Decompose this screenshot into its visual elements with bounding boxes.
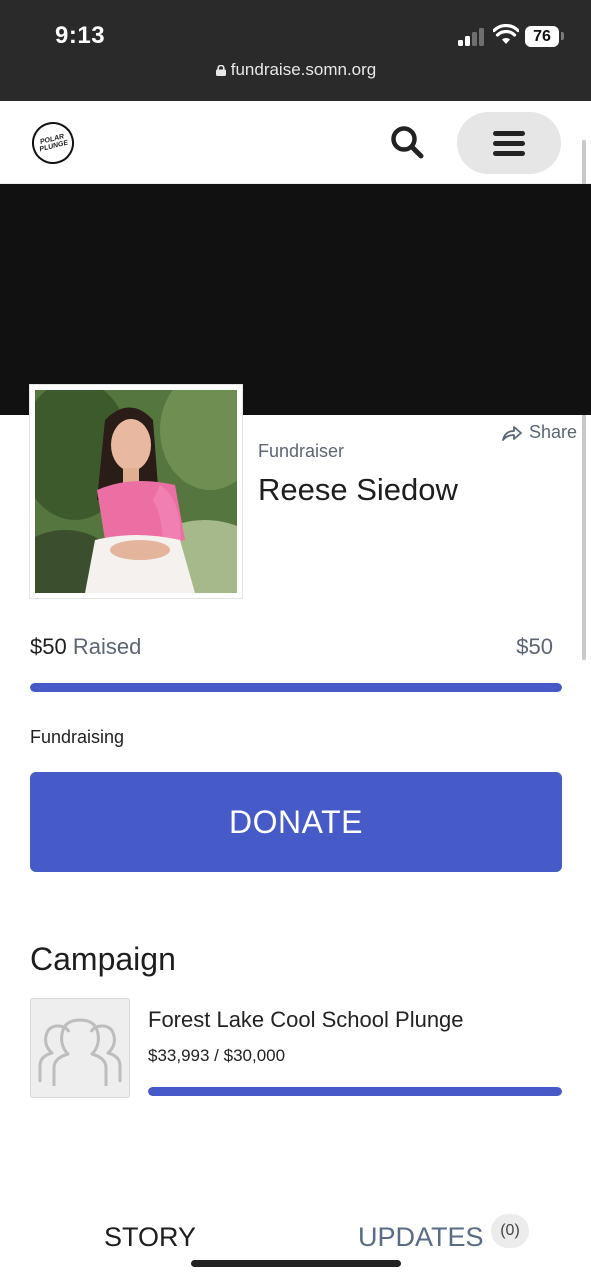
campaign-name[interactable]: Forest Lake Cool School Plunge	[148, 1007, 464, 1033]
menu-button[interactable]	[457, 112, 561, 174]
raised-amount: $50	[30, 634, 67, 659]
search-icon[interactable]	[388, 123, 426, 161]
donate-button[interactable]: DONATE	[30, 772, 562, 872]
fundraising-status: Fundraising	[30, 727, 125, 747]
fundraiser-progress-fill	[30, 683, 562, 692]
battery-indicator: 76	[525, 26, 564, 47]
clock: 9:13	[55, 22, 106, 49]
status-bar: 9:13 76 fundraise.somn.org	[0, 0, 591, 101]
tab-story[interactable]: STORY	[104, 1222, 196, 1253]
url-text: fundraise.somn.org	[230, 60, 377, 79]
share-button[interactable]: Share	[501, 422, 577, 443]
team-placeholder-icon	[38, 1018, 122, 1086]
profile-photo-frame	[29, 384, 243, 599]
campaign-progress-bar	[148, 1087, 562, 1096]
updates-count-badge: (0)	[491, 1214, 529, 1248]
address-bar[interactable]: fundraise.somn.org	[0, 60, 591, 80]
campaign-amount: $33,993 / $30,000	[148, 1046, 286, 1065]
polar-plunge-logo[interactable]: POLAR PLUNGE	[27, 117, 79, 169]
lock-icon	[215, 65, 226, 76]
profile-photo-illustration	[35, 390, 237, 593]
fundraiser-role-label: Fundraiser	[258, 441, 345, 461]
cellular-signal-icon	[458, 28, 486, 46]
fundraiser-progress-bar	[30, 683, 562, 692]
campaign-progress-fill	[148, 1087, 562, 1096]
share-label: Share	[529, 422, 578, 442]
wifi-icon	[493, 24, 519, 44]
cover-banner	[0, 184, 591, 415]
tab-updates[interactable]: UPDATES	[358, 1222, 484, 1253]
profile-photo	[35, 390, 237, 593]
raised-summary: $50 Raised	[30, 634, 141, 660]
campaign-image[interactable]	[30, 998, 130, 1098]
raised-label: Raised	[72, 634, 142, 659]
fundraiser-name: Reese Siedow	[258, 472, 458, 507]
campaign-heading: Campaign	[30, 941, 176, 977]
goal-amount: $50	[516, 634, 553, 659]
site-header: POLAR PLUNGE	[0, 101, 591, 184]
share-arrow-icon	[502, 425, 522, 441]
home-indicator[interactable]	[191, 1260, 401, 1267]
hamburger-icon	[493, 131, 525, 156]
